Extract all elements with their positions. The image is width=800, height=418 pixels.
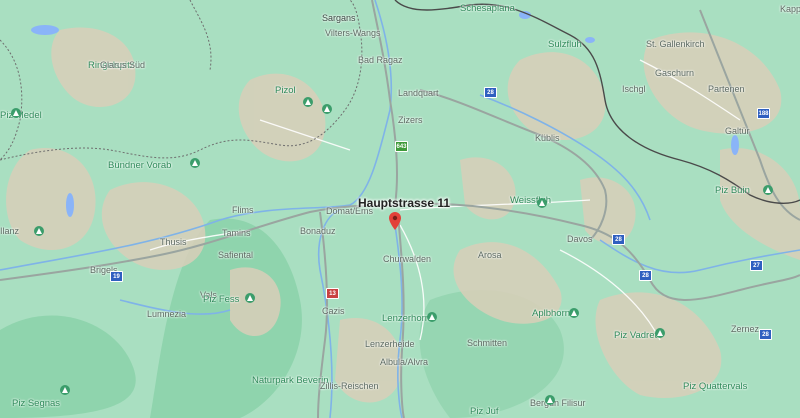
map-label-kappl: Kappl xyxy=(780,4,800,14)
peak-marker-icon[interactable] xyxy=(545,395,555,405)
map-label-arosa: Arosa xyxy=(478,250,502,260)
peak-marker-icon[interactable] xyxy=(569,308,579,318)
road-shield: 13 xyxy=(326,288,339,299)
road-shield: 28 xyxy=(759,329,772,340)
map-label-landquart: Landquart xyxy=(398,88,439,98)
peak-marker-icon[interactable] xyxy=(60,385,70,395)
map-label-pizsegnas: Piz Segnas xyxy=(12,398,61,409)
road-shield: 27 xyxy=(750,260,763,271)
map-label-safiental: Safiental xyxy=(218,250,254,260)
map-label-pizjuf: Piz Juf xyxy=(470,406,499,417)
map-label-zillis: Zillis-Reischen xyxy=(320,381,379,391)
road-shield: 28 xyxy=(639,270,652,281)
map-label-cazis: Cazis xyxy=(322,306,345,316)
map-canvas[interactable]: Sargans Vilters-Wangs Bad Ragaz Landquar… xyxy=(0,0,800,418)
peak-marker-icon[interactable] xyxy=(537,198,547,208)
map-label-zernez: Zernez xyxy=(731,324,760,334)
map-label-albulatal: Albula/Alvra xyxy=(380,357,429,367)
map-label-churwalden: Churwalden xyxy=(383,254,432,264)
map-label-bunderverab: Bündner Vorab xyxy=(108,160,172,171)
peak-marker-icon[interactable] xyxy=(322,104,332,114)
map-label-badragaz: Bad Ragaz xyxy=(358,55,403,65)
map-label-vilters: Vilters-Wangs xyxy=(325,28,381,38)
map-label-pizfess: Piz Fess xyxy=(203,294,240,305)
road-shield: 28 xyxy=(612,234,625,245)
location-pin-icon[interactable] xyxy=(389,212,401,230)
map-label-bergun: Bergün Filisur xyxy=(530,398,586,408)
map-label-thusis: Thusis xyxy=(160,237,187,247)
map-label-naturpark: Naturpark Beverin xyxy=(252,375,329,386)
map-label-galtur: Galtür xyxy=(725,126,750,136)
map-label-schmitten: Schmitten xyxy=(467,338,508,348)
map-label-flims: Flims xyxy=(232,205,254,215)
peak-marker-icon[interactable] xyxy=(190,158,200,168)
map-label-aplbhorn: Aplbhorn xyxy=(532,308,571,319)
map-label-lenzerhorn: Lenzerhorn xyxy=(382,313,431,324)
map-label-kublis: Küblis xyxy=(535,133,560,143)
map-label-sulzfluh: Sulzfluh xyxy=(548,39,582,50)
map-label-zizers: Zizers xyxy=(398,115,423,125)
map-label-partenen: Partenen xyxy=(708,84,745,94)
map-label-bonaduz: Bonaduz xyxy=(300,226,336,236)
map-label-pizquatervals: Piz Quattervals xyxy=(683,381,748,392)
peak-marker-icon[interactable] xyxy=(34,226,44,236)
pin-label: Hauptstrasse 11 xyxy=(358,196,451,210)
peak-marker-icon[interactable] xyxy=(245,293,255,303)
road-shield: 28 xyxy=(484,87,497,98)
peak-marker-icon[interactable] xyxy=(763,185,773,195)
map-label-davos: Davos xyxy=(567,234,593,244)
map-label-sargans: Sargans xyxy=(322,13,356,23)
map-label-lenzerheide: Lenzerheide xyxy=(365,339,415,349)
map-label-ilanz: Ilanz xyxy=(0,226,20,236)
road-shield: 643 xyxy=(395,141,408,152)
map-label-lumnezia: Lumnezia xyxy=(147,309,187,319)
peak-marker-icon[interactable] xyxy=(11,108,21,118)
map-label-pizvadret: Piz Vadret xyxy=(614,330,658,341)
peak-marker-icon[interactable] xyxy=(303,97,313,107)
map-label-gaschurn: Gaschurn xyxy=(655,68,695,78)
road-shield: 19 xyxy=(110,271,123,282)
map-label-tamins: Tamins xyxy=(222,228,251,238)
map-label-ischgl: Ischgl xyxy=(622,84,646,94)
road-shield: 188 xyxy=(757,108,770,119)
map-label-pizbuin: Piz Buin xyxy=(715,185,750,196)
map-label-pizol: Pizol xyxy=(275,85,296,96)
peak-marker-icon[interactable] xyxy=(427,312,437,322)
map-label-schesaplana: Schesaplana xyxy=(460,3,515,14)
map-label-gallenkirch: St. Gallenkirch xyxy=(646,39,705,49)
peak-marker-icon[interactable] xyxy=(655,328,665,338)
map-label-glarus-sud: Glarus Süd xyxy=(100,60,146,70)
